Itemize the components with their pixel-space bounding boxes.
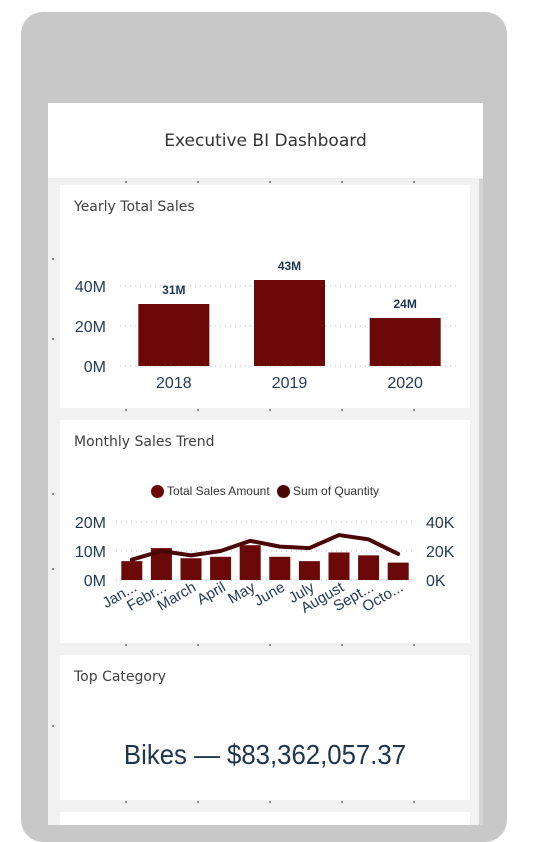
top-category-value: Bikes — $83,362,057.37	[123, 739, 407, 770]
resize-handle-dot	[341, 181, 343, 183]
y-tick-label-left: 20M	[75, 515, 106, 532]
resize-handle-dot	[341, 644, 343, 646]
x-tick-label: 2018	[156, 375, 192, 392]
resize-handle-dot	[269, 181, 271, 183]
monthly-sales-chart[interactable]: 0M 0K10M 20K20M 40KJan...Febr...MarchAprilM…	[60, 420, 470, 643]
resize-handle-dot	[413, 644, 415, 646]
y-tick-label-right: 0K	[426, 573, 446, 590]
yearly-sales-chart[interactable]: 0M 20M 40M 31M 2018 43M 2019 24M 2020	[60, 185, 470, 408]
dashboard-title: Executive BI Dashboard	[164, 130, 367, 151]
resize-handle-dot	[413, 181, 415, 183]
data-label: 24M	[393, 297, 416, 311]
bar	[269, 556, 291, 580]
bar	[328, 552, 350, 580]
y-tick-label-right: 40K	[426, 515, 455, 532]
resize-handle-dot	[269, 801, 271, 803]
resize-handle-dot	[125, 801, 127, 803]
bar	[369, 318, 441, 366]
data-label: 31M	[162, 283, 185, 297]
bar	[298, 561, 320, 580]
resize-handle-dot	[52, 568, 54, 570]
x-tick-label: 2020	[387, 375, 423, 392]
yearly-sales-card[interactable]: Yearly Total Sales 0M 20M 40M 31M 2018 43M 201…	[60, 185, 470, 408]
resize-handle-dot	[52, 725, 54, 727]
y-tick-label-left: 0M	[84, 573, 106, 590]
bar	[180, 558, 202, 580]
next-card[interactable]	[60, 812, 470, 825]
resize-handle-dot	[341, 409, 343, 411]
bar	[358, 555, 380, 580]
x-tick-label: April	[194, 579, 228, 609]
bar	[239, 545, 261, 580]
y-tick-label: 0M	[84, 359, 106, 376]
y-tick-label: 20M	[75, 319, 106, 336]
top-category-title: Top Category	[74, 669, 167, 685]
top-category-card[interactable]: Top Category Bikes — $83,362,057.37	[60, 655, 470, 800]
bar	[138, 304, 210, 366]
resize-handle-dot	[125, 409, 127, 411]
resize-handle-dot	[197, 181, 199, 183]
bar	[387, 562, 409, 580]
y-tick-label: 40M	[75, 279, 106, 296]
y-tick-label-left: 10M	[75, 544, 106, 561]
monthly-sales-card[interactable]: Monthly Sales Trend Total Sales Amount S…	[60, 420, 470, 643]
x-tick-label: 2019	[272, 375, 308, 392]
y-tick-label-right: 20K	[426, 544, 455, 561]
bar	[121, 561, 143, 580]
resize-handle-dot	[341, 801, 343, 803]
report-canvas: Executive BI Dashboard Yearly Total Sale…	[48, 103, 483, 825]
resize-handle-dot	[197, 409, 199, 411]
resize-handle-dot	[197, 644, 199, 646]
resize-handle-dot	[125, 644, 127, 646]
resize-handle-dot	[269, 644, 271, 646]
vertical-scrollbar[interactable]	[479, 179, 483, 825]
resize-handle-dot	[125, 181, 127, 183]
data-label: 43M	[278, 259, 301, 273]
resize-handle-dot	[269, 409, 271, 411]
bar	[254, 280, 325, 366]
resize-handle-dot	[413, 801, 415, 803]
resize-handle-dot	[413, 409, 415, 411]
resize-handle-dot	[197, 801, 199, 803]
bar	[210, 556, 232, 580]
resize-handle-dot	[52, 258, 54, 260]
dashboard-header: Executive BI Dashboard	[48, 103, 483, 178]
x-tick-label: June	[251, 579, 288, 610]
resize-handle-dot	[52, 493, 54, 495]
resize-handle-dot	[52, 338, 54, 340]
